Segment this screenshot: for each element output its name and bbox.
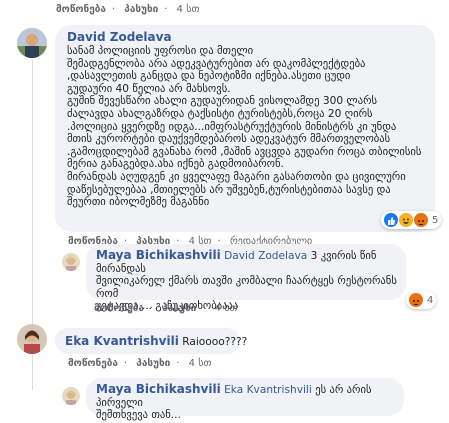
angry-reaction-icon: [414, 213, 428, 227]
comment-author[interactable]: Maya Bichikashvili: [96, 248, 221, 262]
avatar-image: [17, 324, 47, 354]
reply-bubble: Maya Bichikashvili Eka Kvantrishvili ეს …: [86, 378, 404, 421]
mention-link[interactable]: Eka Kvantrishvili: [224, 384, 312, 396]
comment-line: გუდაური 40 წელია არ მახსოვს.: [67, 82, 231, 95]
comment-line: დაწესებულებაა ,მთიელებს არ უშვებენ,ტურის…: [67, 183, 391, 196]
reply-actions: მოწონება · პასუხი · 4 სთ: [94, 303, 243, 314]
comment-bubble: Eka Kvantrishvili Raiоооо????: [55, 328, 247, 354]
separator: ·: [149, 303, 154, 314]
comment-line: Raiоооо????: [182, 336, 248, 348]
reaction-count: 4: [427, 294, 434, 306]
comment-line: შვილიკარელ ქმარს თავში კომბალი ჩაარტყეს …: [96, 275, 397, 300]
like-reaction-icon: [384, 213, 398, 227]
separator: ·: [202, 303, 206, 314]
haha-reaction-icon: [399, 213, 413, 227]
separator: ·: [111, 4, 116, 15]
reaction-summary[interactable]: 4: [406, 291, 437, 309]
avatar-eka[interactable]: [17, 324, 47, 354]
angry-reaction-icon: [409, 293, 423, 307]
separator: ·: [123, 358, 128, 369]
comment-line: გუშინ შევესწარი ახალი გუდაურიდან ვისოლამ…: [67, 95, 378, 108]
comment-line: მთის კურორტები დაუქვემდებაროს ადეკვატურ …: [67, 133, 391, 146]
comment-time[interactable]: 4 სთ: [215, 303, 238, 314]
comment-line: შემთხვევა თან...: [96, 409, 181, 422]
reply-link[interactable]: პასუხი: [162, 303, 196, 314]
like-link[interactable]: მოწონება: [56, 4, 106, 15]
avatar-maya[interactable]: [62, 387, 80, 405]
comment-text: სანამ პოლიციის უფროსი და მთელი შემადგენლ…: [67, 45, 433, 209]
like-link[interactable]: მოწონება: [94, 303, 144, 314]
comment-bubble: David Zodelava სანამ პოლიციის უფროსი და …: [55, 25, 435, 232]
comment-text: Maya Bichikashvili Eka Kvantrishvili ეს …: [96, 383, 401, 422]
avatar-image: [17, 28, 47, 58]
reaction-count: 5: [432, 214, 439, 226]
comment-line: შემადგენლობა არა ადეკვატურებით არ დაკომპ…: [67, 57, 366, 70]
comment-line: სანამ პოლიციის უფროსი და მთელი: [67, 45, 254, 57]
comment-time[interactable]: 4 სთ: [189, 358, 212, 369]
comment-line: შეურთი იბოლმეზმე მაგანნი: [67, 196, 210, 209]
comment-author[interactable]: Maya Bichikashvili: [96, 382, 221, 396]
avatar-david[interactable]: [17, 28, 47, 58]
reaction-summary[interactable]: 5: [381, 211, 442, 229]
like-link[interactable]: მოწონება: [68, 358, 118, 369]
top-comment-actions: მოწონება · პასუხი · 4 სთ: [56, 4, 205, 15]
comment-line: მირანდას აღუდგენ კი ყველაფე მაგარი გასარ…: [67, 170, 406, 183]
comment-time[interactable]: 4 სთ: [177, 4, 200, 15]
reply-link[interactable]: პასუხი: [136, 358, 170, 369]
comment-text: Eka Kvantrishvili Raiоооо????: [65, 335, 247, 349]
comment-actions: მოწონება · პასუხი · 4 სთ: [68, 358, 217, 369]
comment-line: .გამოცდილებამ გვანახა რომ ,მაშინ ავცვდა …: [67, 145, 422, 158]
avatar-image: [62, 387, 80, 405]
reply-bubble: Maya Bichikashvili David Zodelava 3 კვირ…: [86, 244, 406, 312]
avatar-maya[interactable]: [62, 253, 80, 271]
separator: ·: [164, 4, 168, 15]
mention-link[interactable]: David Zodelava: [224, 250, 307, 262]
reply-link[interactable]: პასუხი: [124, 4, 158, 15]
comment-line: მერია განაგებდა.ახა იქნებ გადმოიბარონ.: [67, 158, 284, 171]
comment-line: .პოლიცია ყვერდზე იდგა...იმფრასტრუქტურის …: [67, 120, 397, 133]
comment-author[interactable]: David Zodelava: [67, 30, 172, 44]
comment-line: ,დასავლეთის განცდა და ნეპოტიზმი იქნება.ა…: [67, 70, 351, 83]
comment-line: ძალავდა ახალგაზრდა ტაქსისტი ტურისტებს,რო…: [67, 107, 373, 120]
avatar-image: [62, 253, 80, 271]
separator: ·: [176, 358, 180, 369]
comment-author[interactable]: Eka Kvantrishvili: [65, 334, 179, 348]
